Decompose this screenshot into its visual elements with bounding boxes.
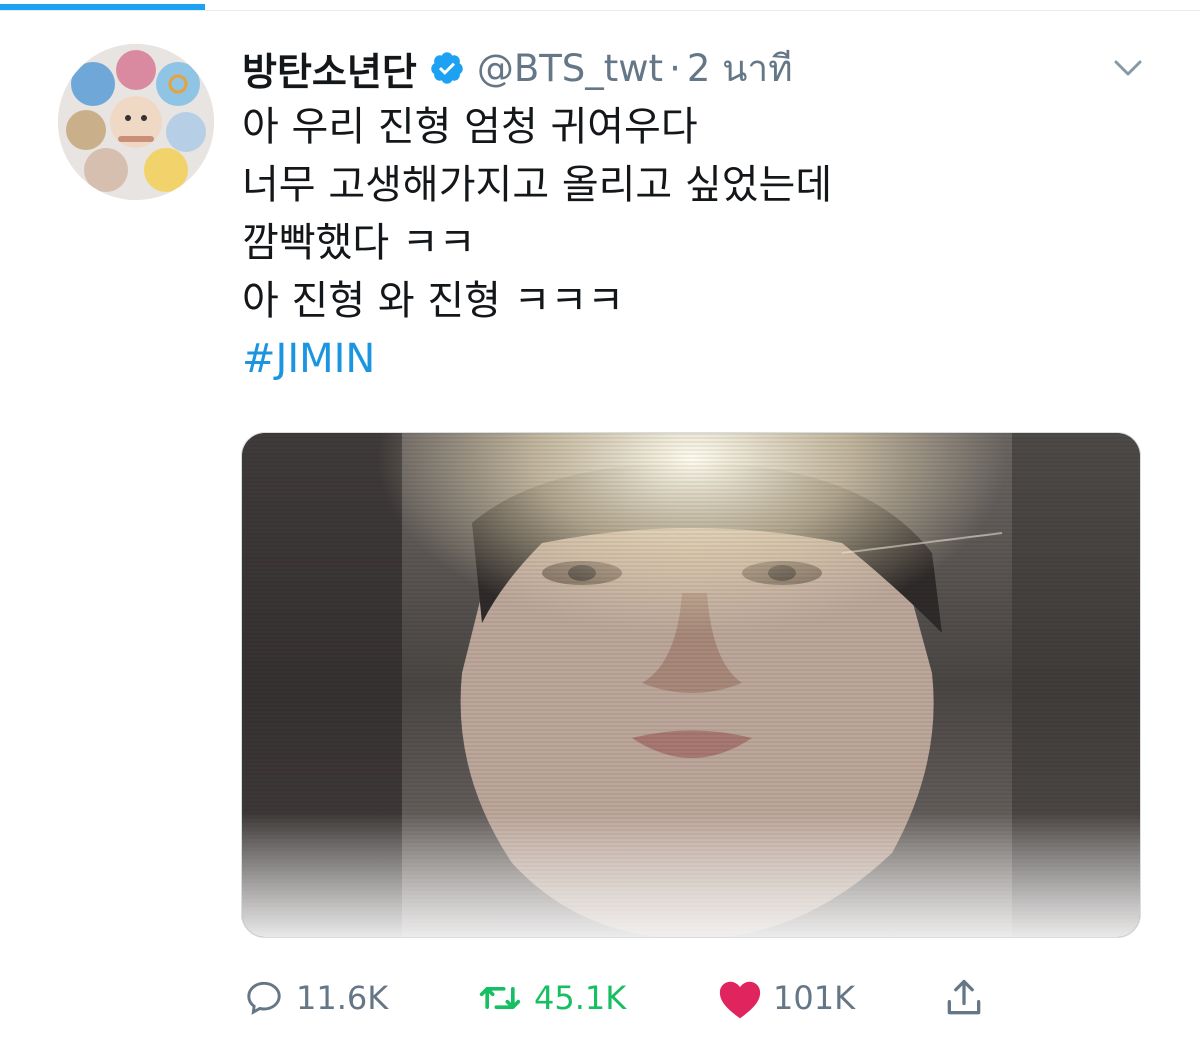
avatar-image [58, 44, 214, 200]
tweet-media-photo[interactable] [241, 432, 1141, 938]
top-loading-bar-fill [0, 4, 205, 10]
share-button[interactable] [942, 970, 986, 1026]
photo-icon [242, 433, 1140, 937]
like-button[interactable]: 101K [717, 970, 855, 1026]
handle[interactable]: @BTS_twt [477, 47, 663, 90]
chevron-down-icon[interactable] [1110, 50, 1146, 86]
share-icon [942, 976, 986, 1020]
tweet-text-line: 깜빡했다 ㅋㅋ [242, 220, 476, 266]
display-name[interactable]: 방탄소년단 [242, 41, 417, 96]
hashtag-link[interactable]: #JIMIN [242, 330, 832, 388]
retweet-icon [476, 976, 524, 1020]
retweet-button[interactable]: 45.1K [476, 970, 626, 1026]
tweet-header: 방탄소년단 @BTS_twt · 2 นาที [242, 42, 793, 94]
handle-and-time: @BTS_twt · 2 นาที [477, 39, 793, 98]
reply-button[interactable]: 11.6K [242, 970, 388, 1026]
reply-icon [242, 976, 286, 1020]
top-loading-bar [0, 0, 1200, 11]
tweet-actions: 11.6K 45.1K 101K [242, 970, 1042, 1026]
retweet-count: 45.1K [534, 979, 627, 1017]
timestamp[interactable]: 2 นาที [687, 39, 793, 98]
heart-icon [717, 976, 763, 1020]
tweet-text: 아 우리 진형 엄청 귀여우다 너무 고생해가지고 올리고 싶었는데 깜빡했다 … [242, 98, 832, 388]
tweet-text-line: 너무 고생해가지고 올리고 싶었는데 [242, 162, 833, 208]
tweet-text-line: 아 우리 진형 엄청 귀여우다 [242, 104, 698, 150]
like-count: 101K [773, 979, 856, 1017]
avatar[interactable] [58, 44, 214, 200]
verified-badge-icon [429, 50, 465, 86]
separator-dot: · [669, 46, 681, 90]
reply-count: 11.6K [296, 979, 389, 1017]
tweet-text-line: 아 진형 와 진형 ㅋㅋㅋ [242, 278, 625, 324]
